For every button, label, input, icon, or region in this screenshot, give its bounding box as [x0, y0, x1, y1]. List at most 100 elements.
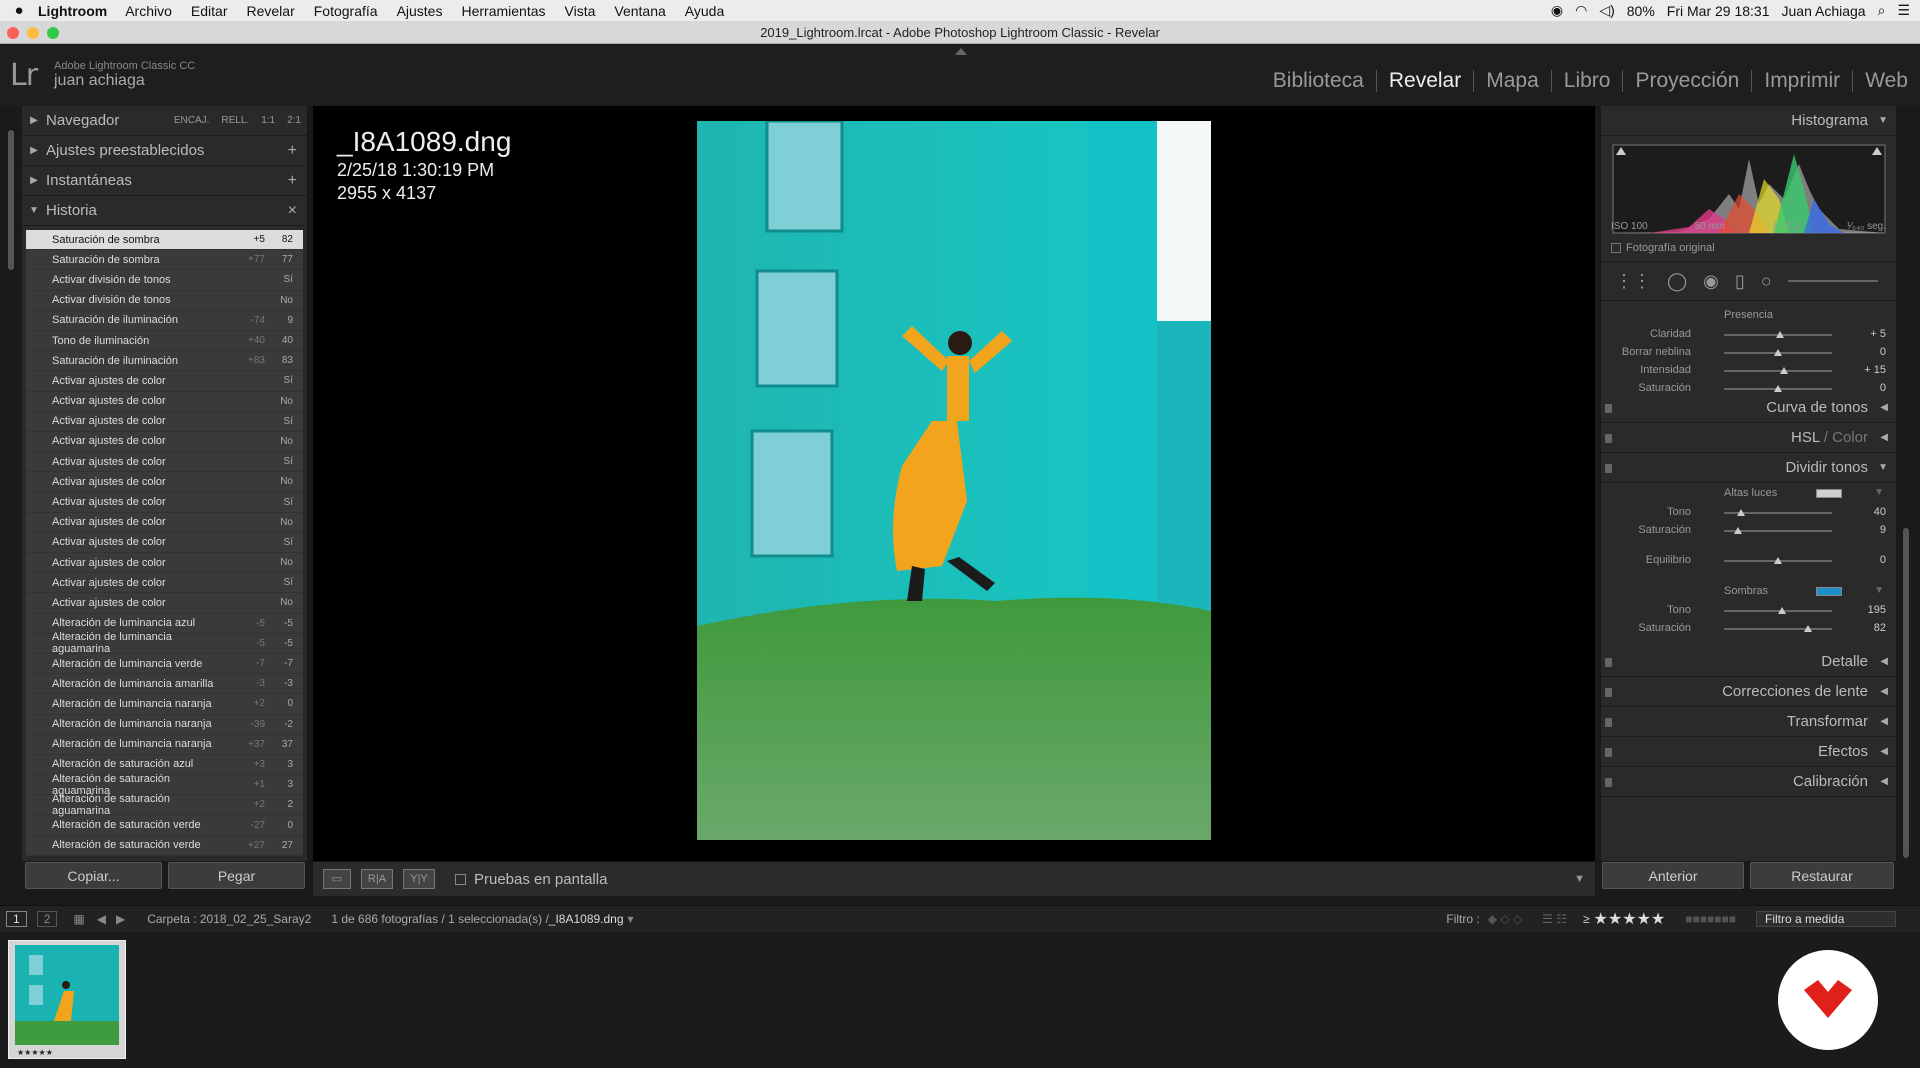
nav-2-1[interactable]: 2:1	[287, 115, 301, 126]
slider-knob[interactable]	[1737, 509, 1746, 516]
panel-toggle-icon[interactable]	[1605, 688, 1612, 697]
module-libro[interactable]: Libro	[1550, 70, 1623, 92]
history-item[interactable]: Saturación de sombra +77 77	[26, 250, 303, 271]
spot-removal-icon[interactable]: ◯	[1667, 271, 1687, 292]
menu-archivo[interactable]: Archivo	[125, 3, 172, 19]
slider-value[interactable]: + 5	[1870, 328, 1886, 340]
volume-icon[interactable]: ◁)	[1599, 2, 1614, 19]
detail-header[interactable]: Detalle ◀	[1601, 647, 1896, 677]
panel-toggle-icon[interactable]	[1605, 778, 1612, 787]
panel-toggle-icon[interactable]	[1605, 434, 1612, 443]
hsl-title[interactable]: HSL	[1791, 429, 1820, 446]
clear-history-icon[interactable]: ×	[288, 202, 297, 220]
previous-button[interactable]: Anterior	[1602, 862, 1744, 889]
slider-value[interactable]: + 15	[1864, 364, 1886, 376]
original-photo-checkbox[interactable]	[1611, 243, 1621, 253]
current-file[interactable]: _I8A1089.dng	[549, 912, 624, 926]
menu-vista[interactable]: Vista	[565, 3, 596, 19]
record-icon[interactable]: ◉	[1551, 2, 1563, 19]
main-photo[interactable]	[697, 121, 1211, 840]
calibration-header[interactable]: Calibración ◀	[1601, 767, 1896, 797]
snapshots-header[interactable]: ▶ Instantáneas +	[22, 166, 307, 196]
history-item[interactable]: Alteración de luminancia naranja -39 -2	[26, 715, 303, 735]
history-item[interactable]: Alteración de luminancia naranja +2 0	[26, 694, 303, 715]
panel-toggle-icon[interactable]	[1605, 404, 1612, 413]
history-item[interactable]: Activar ajustes de color Sí	[26, 533, 303, 553]
history-item[interactable]: Alteración de saturación aguamarina +2 2	[26, 793, 303, 817]
custom-filter-select[interactable]: Filtro a medida	[1756, 911, 1896, 927]
slider-knob[interactable]	[1774, 349, 1782, 356]
history-item[interactable]: Activar ajustes de color No	[26, 593, 303, 614]
panel-toggle-icon[interactable]	[1605, 464, 1612, 473]
left-panel-scrollbar[interactable]	[8, 130, 14, 270]
slider-knob[interactable]	[1776, 331, 1785, 338]
slider-knob[interactable]	[1774, 557, 1782, 564]
history-header[interactable]: ▼ Historia ×	[22, 196, 307, 226]
history-item[interactable]: Activar ajustes de color No	[26, 432, 303, 453]
nav-1-1[interactable]: 1:1	[261, 115, 275, 126]
clock[interactable]: Fri Mar 29 18:31	[1667, 3, 1770, 19]
history-item[interactable]: Activar ajustes de color Sí	[26, 452, 303, 473]
menu-revelar[interactable]: Revelar	[246, 3, 294, 19]
menu-editar[interactable]: Editar	[191, 3, 228, 19]
brush-slider[interactable]	[1787, 280, 1878, 282]
shadows-color-swatch[interactable]	[1816, 587, 1842, 596]
slider-value[interactable]: 9	[1880, 524, 1886, 536]
history-item[interactable]: Activar división de tonos No	[26, 291, 303, 311]
slider-knob[interactable]	[1734, 527, 1743, 534]
history-item[interactable]: Activar ajustes de color Sí	[26, 573, 303, 594]
history-item[interactable]: Saturación de iluminación -74 9	[26, 311, 303, 331]
nav-fit[interactable]: ENCAJ.	[174, 115, 210, 126]
history-item[interactable]: Alteración de saturación verde -27 0	[26, 815, 303, 836]
history-item[interactable]: Alteración de saturación verde +27 27	[26, 836, 303, 856]
slider-knob[interactable]	[1774, 385, 1782, 392]
zoom-window-button[interactable]	[47, 27, 59, 39]
highlights-picker-arrow-icon[interactable]: ▼	[1874, 483, 1884, 503]
wifi-icon[interactable]: ◠	[1575, 2, 1587, 19]
before-after-tb-icon[interactable]: Y|Y	[403, 869, 435, 889]
crop-tool-icon[interactable]: ⋮⋮	[1615, 271, 1651, 292]
module-mapa[interactable]: Mapa	[1473, 70, 1551, 92]
slider-value[interactable]: 195	[1868, 604, 1886, 616]
edit-filter-icons[interactable]: ☰ ☷	[1542, 912, 1567, 926]
history-item[interactable]: Activar división de tonos Sí	[26, 270, 303, 291]
file-dropdown-icon[interactable]: ▾	[628, 912, 634, 926]
menu-list-icon[interactable]: ☰	[1897, 2, 1910, 19]
filmstrip-thumbnail[interactable]: ★★★★★	[8, 940, 126, 1059]
slider-track[interactable]	[1724, 370, 1832, 372]
module-web[interactable]: Web	[1852, 70, 1920, 92]
search-icon[interactable]: ⌕	[1878, 2, 1886, 19]
history-item[interactable]: Saturación de iluminación +83 83	[26, 351, 303, 372]
transform-header[interactable]: Transformar ◀	[1601, 707, 1896, 737]
history-item[interactable]: Alteración de luminancia naranja +37 37	[26, 735, 303, 755]
before-after-lr-icon[interactable]: R|A	[361, 869, 393, 889]
flag-filter-icons[interactable]: ◆ ◇ ◇	[1488, 912, 1522, 926]
reset-button[interactable]: Restaurar	[1750, 862, 1894, 889]
module-biblioteca[interactable]: Biblioteca	[1261, 70, 1376, 92]
histogram-header[interactable]: Histograma ▼	[1601, 106, 1896, 136]
copy-button[interactable]: Copiar...	[25, 862, 162, 889]
hsl-header[interactable]: HSL / Color ◀	[1601, 423, 1896, 453]
history-item[interactable]: Activar ajustes de color No	[26, 392, 303, 412]
color-label-filter[interactable]: ■■■■■■■	[1685, 912, 1736, 926]
add-snapshot-icon[interactable]: +	[288, 172, 297, 190]
menu-ayuda[interactable]: Ayuda	[685, 3, 724, 19]
history-item[interactable]: Activar ajustes de color Sí	[26, 371, 303, 392]
close-window-button[interactable]	[7, 27, 19, 39]
panel-toggle-icon[interactable]	[1605, 748, 1612, 757]
slider-value[interactable]: 0	[1880, 554, 1886, 566]
navigator-header[interactable]: ▶ Navegador ENCAJ. RELL. 1:1 2:1	[22, 106, 307, 136]
menu-app[interactable]: Lightroom	[38, 3, 107, 19]
history-item[interactable]: Activar ajustes de color Sí	[26, 412, 303, 432]
module-proyeccion[interactable]: Proyección	[1622, 70, 1751, 92]
history-item[interactable]: Saturación de sombra +5 82	[26, 230, 303, 251]
menu-herramientas[interactable]: Herramientas	[461, 3, 545, 19]
slider-knob[interactable]	[1780, 367, 1789, 374]
split-toning-header[interactable]: Dividir tonos ▼	[1601, 453, 1896, 483]
battery-percent[interactable]: 80%	[1627, 3, 1655, 19]
history-item[interactable]: Activar ajustes de color No	[26, 513, 303, 533]
grid-view-icon[interactable]: ▦	[73, 912, 84, 926]
history-item[interactable]: Activar ajustes de color Sí	[26, 492, 303, 513]
nav-fill[interactable]: RELL.	[221, 115, 249, 126]
tone-curve-header[interactable]: Curva de tonos ◀	[1601, 393, 1896, 423]
